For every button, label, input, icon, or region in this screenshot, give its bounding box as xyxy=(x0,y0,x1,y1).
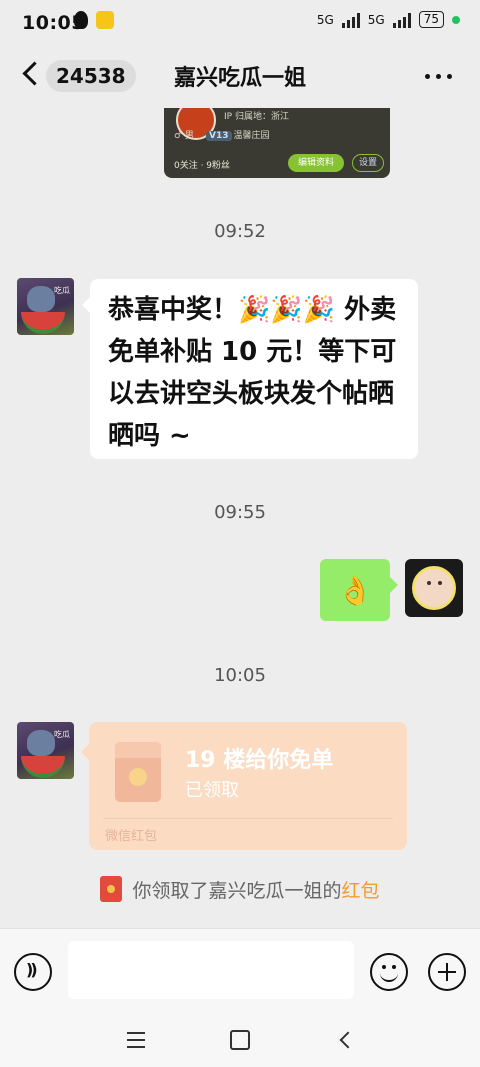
profile-gender: ♂ 男 xyxy=(174,131,194,141)
app-notification-icon xyxy=(96,11,114,29)
message-input[interactable] xyxy=(68,941,354,999)
my-avatar[interactable] xyxy=(405,559,463,617)
timestamp: 09:52 xyxy=(214,221,266,242)
signal-icon xyxy=(341,12,360,28)
red-packet-icon xyxy=(115,742,161,802)
home-icon[interactable] xyxy=(230,1030,250,1050)
watermelon-figure xyxy=(21,756,65,778)
privacy-indicator-dot xyxy=(452,15,460,24)
red-packet-title: 19 楼给你免单 xyxy=(185,748,334,773)
back-icon[interactable] xyxy=(339,1031,357,1049)
timestamp: 09:55 xyxy=(214,502,266,523)
chat-title: 嘉兴吃瓜一姐 xyxy=(173,66,306,91)
cat-figure xyxy=(27,730,55,756)
level-name: 温馨庄园 xyxy=(233,131,270,141)
ok-hand-emoji: 👌 xyxy=(337,573,373,607)
network-label-2: 5G xyxy=(367,12,385,27)
profile-level: V13 温馨庄园 xyxy=(206,128,270,141)
recent-apps-icon[interactable] xyxy=(127,1032,145,1053)
profile-follow-stats: 0关注 · 9粉丝 xyxy=(174,161,231,171)
voice-icon[interactable] xyxy=(14,953,52,991)
message-text: 恭喜中奖！🎉🎉🎉 外卖免单补贴 10 元！等下可以去讲空头板块发个帖晒晒吗 ~ xyxy=(108,295,397,451)
input-bar xyxy=(0,928,480,1015)
red-packet-footer: 微信红包 xyxy=(105,829,158,844)
shared-profile-card[interactable]: IP 归属地：浙江 ♂ 男 V13 温馨庄园 0关注 · 9粉丝 编辑资料 设置 xyxy=(164,108,390,178)
status-indicators: 5G 5G 75 xyxy=(317,11,460,28)
chat-header: 24538 嘉兴吃瓜一姐 xyxy=(0,46,480,106)
sent-message-bubble[interactable]: 👌 xyxy=(320,559,398,621)
status-app-icons xyxy=(74,11,114,29)
edit-profile-button[interactable]: 编辑资料 xyxy=(288,154,344,172)
level-badge: V13 xyxy=(206,131,232,141)
more-icon[interactable] xyxy=(425,74,452,79)
red-packet-link[interactable]: 红包 xyxy=(342,880,380,902)
system-notice-text: 你领取了嘉兴吃瓜一姐的 xyxy=(132,880,342,902)
network-label-1: 5G xyxy=(316,12,334,27)
avatar[interactable]: 吃瓜 xyxy=(17,278,74,335)
system-nav-bar xyxy=(0,1014,480,1067)
cat-figure xyxy=(27,286,55,312)
signal-icon-2 xyxy=(392,12,411,28)
red-packet-icon xyxy=(100,876,123,902)
profile-ip-location: IP 归属地：浙江 xyxy=(224,112,289,122)
avatar-tag: 吃瓜 xyxy=(54,286,70,295)
watermelon-figure xyxy=(21,312,65,334)
status-bar: 10:05 5G 5G 75 xyxy=(0,0,480,46)
battery-icon: 75 xyxy=(418,11,444,28)
red-packet-status: 已领取 xyxy=(185,780,239,801)
timestamp: 10:05 xyxy=(214,665,266,686)
avatar[interactable]: 吃瓜 xyxy=(17,722,74,779)
emoji-icon[interactable] xyxy=(370,953,408,991)
divider xyxy=(103,818,393,819)
system-notice: 你领取了嘉兴吃瓜一姐的红包 xyxy=(0,876,480,903)
settings-button[interactable]: 设置 xyxy=(352,154,384,172)
plus-icon[interactable] xyxy=(428,953,466,991)
red-packet-message[interactable]: 19 楼给你免单 已领取 微信红包 xyxy=(81,722,407,850)
avatar-tag: 吃瓜 xyxy=(54,730,70,739)
message-bubble[interactable]: 恭喜中奖！🎉🎉🎉 外卖免单补贴 10 元！等下可以去讲空头板块发个帖晒晒吗 ~ xyxy=(82,279,418,459)
qq-icon xyxy=(74,11,88,29)
baby-face xyxy=(412,566,456,610)
